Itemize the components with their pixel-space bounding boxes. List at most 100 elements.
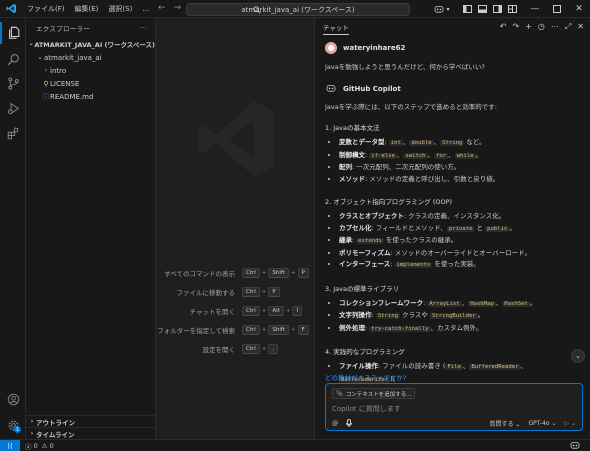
toggle-primary-sidebar-icon[interactable] [461,0,473,18]
customize-layout-icon[interactable] [506,0,518,18]
search-icon [253,6,261,16]
section-list: クラスとオブジェクト: クラスの定義、インスタンス化。 カプセル化: フィールド… [325,211,583,272]
chat-tab[interactable]: チャット [323,22,349,35]
outline-section[interactable]: › アウトライン [26,415,156,427]
copilot-dropdown-icon[interactable]: ▾ [445,0,451,18]
chevron-down-icon: ⌄ [37,54,43,61]
more-actions-icon[interactable]: ⋯ [551,22,559,32]
hint-go-to-file: ファイルに移動する Ctrl + P [157,282,313,301]
title-bar: ファイル(F) 編集(E) 選択(S) … ← → atmarkit_java_… [0,0,590,18]
user-name: wateryinhare62 [343,44,406,52]
list-item: 変数とデータ型: int、double、String など。 [339,137,583,150]
chat-toolbar: ↶ ↷ + ◷ ⋯ ⤢ ✕ [500,22,584,32]
toggle-panel-icon[interactable] [476,0,488,18]
mention-icon[interactable]: @ [332,420,338,427]
folder-row[interactable]: ⌄ atmarkit_java_ai [26,52,155,63]
maximize-button[interactable] [546,0,568,18]
list-item: 例外処理: try-catch-finally、カスタム例外。 [339,323,583,336]
tree-item-intro[interactable]: › intro [26,65,155,76]
workspace-label: ATMARKIT_JAVA_AI (ワークスペース) [34,40,155,49]
workspace-root[interactable]: ⌄ ATMARKIT_JAVA_AI (ワークスペース) [26,38,155,49]
close-window-button[interactable]: ✕ [568,0,590,18]
list-item: メソッド: メソッドの定義と呼び出し、引数と戻り値。 [339,174,583,186]
back-arrow-icon[interactable]: ← [158,3,166,13]
send-icon[interactable]: ▷ ⌄ [564,420,576,427]
minimize-button[interactable]: — [524,0,546,18]
toggle-secondary-sidebar-icon[interactable] [491,0,503,18]
explorer-header: エクスプローラー ··· [26,18,155,38]
paperclip-icon: 📎 [336,390,343,397]
tree-item-license[interactable]: ⚲ LICENSE [26,78,155,89]
menu-file[interactable]: ファイル(F) [22,0,70,18]
hint-label: フォルダーを指定して検索 [157,326,235,335]
explorer-title: エクスプローラー [36,25,91,33]
tree-item-readme[interactable]: ⓘ README.md [26,91,155,102]
list-item: カプセル化: フィールドとメソッド、private と public。 [339,223,583,236]
menu-edit[interactable]: 編集(E) [70,0,104,18]
notification-badge: 1 [14,426,21,433]
add-context-label: コンテキストを追加する... [345,391,412,398]
list-item: コレクションフレームワーク: ArrayList、HashMap、HashSet… [339,298,583,311]
copilot-intro: Javaを学ぶ際には、以下のステップで進めると効率的です: [325,103,497,111]
new-chat-icon[interactable]: + [525,22,532,32]
section-title: 3. Javaの標準ライブラリ [325,284,399,293]
editor-area: すべてのコマンドの表示 Ctrl + Shift + P ファイルに移動する Ctr… [157,18,313,439]
manage-gear-icon[interactable]: 1 [0,414,26,436]
run-debug-icon[interactable] [0,97,26,119]
kbd: P [268,286,280,297]
close-chat-icon[interactable]: ✕ [577,22,584,32]
microphone-icon[interactable] [346,418,352,429]
remote-indicator-icon[interactable]: ⟩⟨ [0,439,20,451]
list-item: クラスとオブジェクト: クラスの定義、インスタンス化。 [339,211,583,223]
errors-icon[interactable]: ⓧ [25,441,32,451]
vscode-watermark-icon [193,96,279,184]
section-list: コレクションフレームワーク: ArrayList、HashMap、HashSet… [325,298,583,336]
copilot-icon[interactable] [433,0,445,18]
avatar [325,42,337,54]
menu-more[interactable]: … [137,0,154,18]
list-item: ポリモーフィズム: メソッドのオーバーライドとオーバーロード。 [339,248,583,260]
warning-count[interactable]: 0 [49,442,53,450]
hint-show-all-commands: すべてのコマンドの表示 Ctrl + Shift + P [157,263,313,282]
hint-open-settings: 設定を開く Ctrl + , [157,339,313,358]
chat-input[interactable]: Copilot に質問します [332,404,401,414]
explorer-sidebar: エクスプローラー ··· ⌄ ATMARKIT_JAVA_AI (ワークスペース… [26,18,156,439]
forward-arrow-icon[interactable]: → [174,3,182,13]
tree-item-label: README.md [50,92,94,101]
error-count[interactable]: 0 [34,442,38,450]
command-center[interactable]: atmarkit_java_ai (ワークスペース) [186,3,410,16]
model-picker[interactable]: GPT-4o ⌄ [528,420,556,427]
menu-selection[interactable]: 選択(S) [103,0,137,18]
kbd: Alt [268,305,284,316]
chevron-right-icon: › [30,418,34,425]
explorer-more-button[interactable]: ··· [140,24,147,32]
redo-icon[interactable]: ↷ [513,22,520,32]
follow-up-suggestion[interactable]: どの教材がオススメですか? [325,372,406,382]
undo-icon[interactable]: ↶ [500,22,507,32]
history-icon[interactable]: ◷ [538,22,545,32]
source-control-icon[interactable] [0,72,26,94]
extensions-icon[interactable] [0,122,26,144]
kbd: Ctrl [242,286,260,297]
mode-picker[interactable]: 質問する ⌄ [490,419,521,428]
nav-arrows: ← → [158,3,181,13]
status-bar: ⟩⟨ ⓧ 0 ⚠ 0 [0,439,590,451]
warning-icon[interactable]: ⚠ [42,442,48,450]
hint-label: チャットを開く [189,307,235,316]
explorer-icon[interactable] [0,22,26,44]
kbd: Ctrl [242,267,260,278]
copilot-icon [325,84,337,94]
kbd: , [268,343,279,354]
accounts-icon[interactable] [0,388,26,410]
section-title: 4. 実践的なプログラミング [325,348,405,356]
kbd: Shift [268,324,289,335]
add-context-button[interactable]: 📎 コンテキストを追加する... [332,388,416,399]
folder-label: atmarkit_java_ai [44,53,102,62]
chevron-right-icon: › [44,67,48,74]
search-activity-icon[interactable] [0,48,26,70]
kbd: Ctrl [242,343,260,354]
timeline-section[interactable]: › タイムライン [26,427,156,439]
maximize-chat-icon[interactable]: ⤢ [565,22,571,32]
copilot-status-icon[interactable] [570,441,580,451]
scroll-down-button[interactable]: ⌄ [571,349,585,363]
